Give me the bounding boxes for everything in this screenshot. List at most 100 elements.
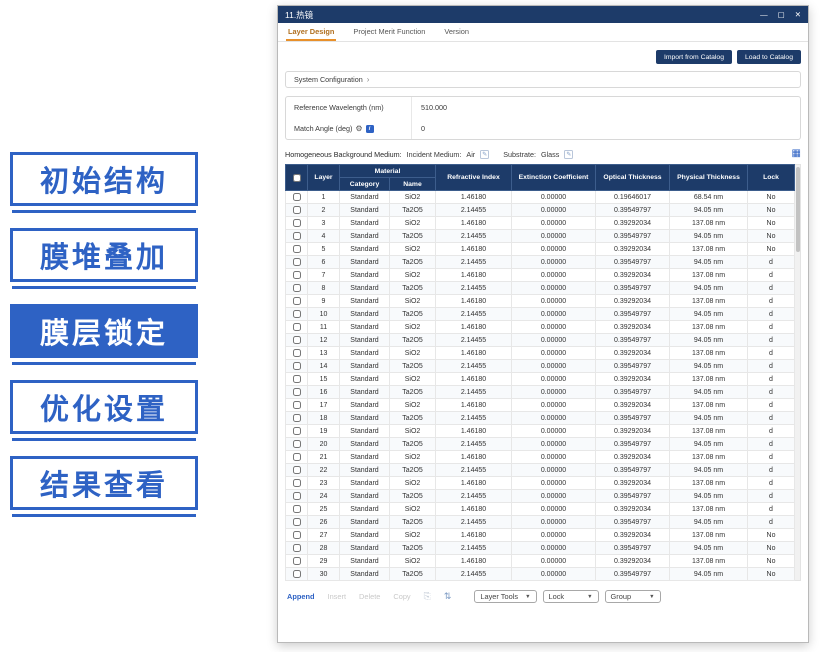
- scrollbar-thumb[interactable]: [796, 167, 800, 252]
- lock-cell[interactable]: No: [748, 529, 795, 542]
- match-angle-field[interactable]: 0: [411, 118, 800, 139]
- row-checkbox[interactable]: [293, 518, 301, 526]
- row-checkbox[interactable]: [293, 219, 301, 227]
- sidebar-item-2[interactable]: 膜堆叠加: [10, 228, 198, 282]
- lock-cell[interactable]: d: [748, 282, 795, 295]
- sidebar-item-4[interactable]: 优化设置: [10, 380, 198, 434]
- row-checkbox[interactable]: [293, 427, 301, 435]
- lock-cell[interactable]: d: [748, 373, 795, 386]
- select-all-checkbox[interactable]: [293, 174, 301, 182]
- swap-icon[interactable]: ⇅: [444, 592, 452, 601]
- insert-button[interactable]: Insert: [328, 592, 346, 601]
- row-checkbox[interactable]: [293, 336, 301, 344]
- row-checkbox[interactable]: [293, 505, 301, 513]
- row-checkbox[interactable]: [293, 479, 301, 487]
- close-icon[interactable]: ✕: [795, 11, 801, 19]
- row-checkbox[interactable]: [293, 349, 301, 357]
- category-cell: Standard: [340, 217, 390, 230]
- row-checkbox[interactable]: [293, 466, 301, 474]
- lock-cell[interactable]: d: [748, 386, 795, 399]
- lock-cell[interactable]: d: [748, 256, 795, 269]
- lock-cell[interactable]: d: [748, 308, 795, 321]
- lock-cell[interactable]: d: [748, 464, 795, 477]
- minimize-icon[interactable]: —: [760, 11, 768, 19]
- row-checkbox[interactable]: [293, 531, 301, 539]
- row-checkbox[interactable]: [293, 323, 301, 331]
- lock-cell[interactable]: d: [748, 321, 795, 334]
- category-cell: Standard: [340, 542, 390, 555]
- info-icon[interactable]: i: [366, 125, 374, 133]
- row-checkbox[interactable]: [293, 271, 301, 279]
- row-checkbox[interactable]: [293, 375, 301, 383]
- row-checkbox[interactable]: [293, 570, 301, 578]
- menu-item[interactable]: Layer Design: [286, 23, 336, 41]
- copy-button[interactable]: Copy: [393, 592, 410, 601]
- lock-cell[interactable]: No: [748, 204, 795, 217]
- lock-cell[interactable]: d: [748, 295, 795, 308]
- column-settings-icon[interactable]: ▦: [792, 149, 801, 159]
- lock-cell[interactable]: No: [748, 230, 795, 243]
- vertical-scrollbar[interactable]: [795, 164, 801, 581]
- table-row: 13StandardSiO21.461800.000000.3929203413…: [286, 347, 795, 360]
- lock-cell[interactable]: d: [748, 438, 795, 451]
- reference-wavelength-field[interactable]: 510.000: [411, 97, 800, 118]
- row-checkbox[interactable]: [293, 401, 301, 409]
- lock-dropdown[interactable]: Lock ▼: [543, 590, 599, 603]
- row-select-cell: [286, 568, 308, 581]
- load-to-catalog-button[interactable]: Load to Catalog: [737, 50, 801, 64]
- row-checkbox[interactable]: [293, 362, 301, 370]
- lock-cell[interactable]: d: [748, 477, 795, 490]
- lock-cell[interactable]: d: [748, 412, 795, 425]
- lock-cell[interactable]: d: [748, 347, 795, 360]
- row-checkbox[interactable]: [293, 245, 301, 253]
- sidebar-item-3[interactable]: 膜层锁定: [10, 304, 198, 358]
- row-checkbox[interactable]: [293, 310, 301, 318]
- incident-medium-edit-icon[interactable]: ✎: [480, 150, 489, 159]
- lock-cell[interactable]: d: [748, 516, 795, 529]
- row-checkbox[interactable]: [293, 258, 301, 266]
- lock-cell[interactable]: d: [748, 334, 795, 347]
- maximize-icon[interactable]: ▢: [778, 11, 785, 19]
- menu-item[interactable]: Version: [442, 23, 471, 41]
- row-checkbox[interactable]: [293, 544, 301, 552]
- layer-tools-dropdown[interactable]: Layer Tools ▼: [474, 590, 536, 603]
- lock-cell[interactable]: No: [748, 243, 795, 256]
- row-checkbox[interactable]: [293, 193, 301, 201]
- lock-cell[interactable]: No: [748, 217, 795, 230]
- row-checkbox[interactable]: [293, 206, 301, 214]
- lock-cell[interactable]: d: [748, 399, 795, 412]
- delete-button[interactable]: Delete: [359, 592, 380, 601]
- lock-cell[interactable]: No: [748, 542, 795, 555]
- layer-cell: 22: [308, 464, 340, 477]
- paste-icon[interactable]: ⎘: [424, 592, 431, 601]
- append-button[interactable]: Append: [287, 592, 315, 601]
- system-configuration-header[interactable]: System Configuration ›: [285, 71, 801, 88]
- lock-cell[interactable]: d: [748, 451, 795, 464]
- lock-cell[interactable]: d: [748, 490, 795, 503]
- lock-cell[interactable]: d: [748, 425, 795, 438]
- row-checkbox[interactable]: [293, 232, 301, 240]
- lock-cell[interactable]: d: [748, 360, 795, 373]
- row-checkbox[interactable]: [293, 297, 301, 305]
- refractive-index-cell: 2.14455: [436, 490, 512, 503]
- gear-icon[interactable]: ⚙: [355, 125, 362, 133]
- row-checkbox[interactable]: [293, 388, 301, 396]
- sidebar-item-1[interactable]: 初始结构: [10, 152, 198, 206]
- lock-cell[interactable]: No: [748, 555, 795, 568]
- import-from-catalog-button[interactable]: Import from Catalog: [656, 50, 732, 64]
- sidebar-item-5[interactable]: 结果查看: [10, 456, 198, 510]
- physical-thickness-cell: 137.08 nm: [670, 347, 748, 360]
- row-checkbox[interactable]: [293, 284, 301, 292]
- group-dropdown[interactable]: Group ▼: [605, 590, 661, 603]
- lock-cell[interactable]: d: [748, 503, 795, 516]
- row-checkbox[interactable]: [293, 492, 301, 500]
- substrate-edit-icon[interactable]: ✎: [564, 150, 573, 159]
- lock-cell[interactable]: No: [748, 191, 795, 204]
- menu-item[interactable]: Project Merit Function: [351, 23, 427, 41]
- row-checkbox[interactable]: [293, 440, 301, 448]
- row-checkbox[interactable]: [293, 453, 301, 461]
- lock-cell[interactable]: No: [748, 568, 795, 581]
- lock-cell[interactable]: d: [748, 269, 795, 282]
- row-checkbox[interactable]: [293, 414, 301, 422]
- row-checkbox[interactable]: [293, 557, 301, 565]
